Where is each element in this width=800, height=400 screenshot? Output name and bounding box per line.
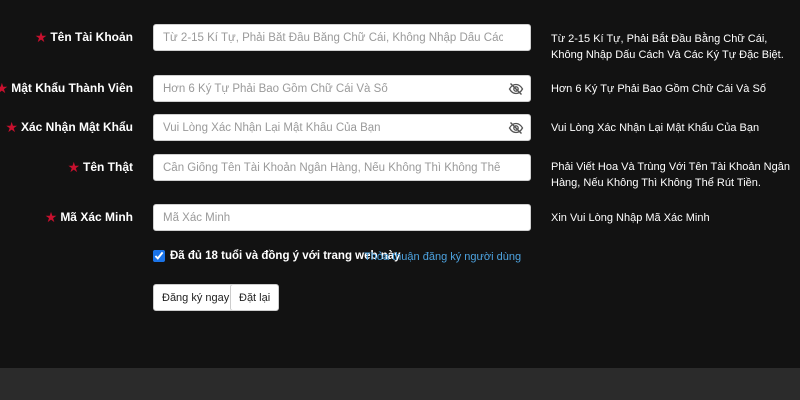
required-star-icon: ★ bbox=[0, 80, 9, 96]
reset-button[interactable]: Đặt lại bbox=[230, 284, 280, 311]
password-label: ★ Mật Khẩu Thành Viên bbox=[0, 81, 133, 95]
confirm-password-hint: Vui Lòng Xác Nhận Lại Mật Khẩu Của Bạn bbox=[551, 122, 760, 134]
username-label: ★ Tên Tài Khoản bbox=[35, 30, 133, 44]
verification-code-hint: Xin Vui Lòng Nhập Mã Xác Minh bbox=[551, 212, 710, 224]
password-hint: Hơn 6 Ký Tự Phải Bao Gồm Chữ Cái Và Số bbox=[551, 83, 766, 95]
verification-code-label-text: Mã Xác Minh bbox=[60, 210, 133, 224]
required-star-icon: ★ bbox=[34, 29, 48, 45]
username-label-text: Tên Tài Khoản bbox=[50, 30, 133, 44]
required-star-icon: ★ bbox=[67, 159, 80, 175]
password-field[interactable] bbox=[153, 75, 531, 102]
required-star-icon: ★ bbox=[5, 119, 18, 135]
username-hint: Từ 2-15 Kí Tự, Phải Bắt Đầu Bằng Chữ Cái… bbox=[551, 33, 784, 61]
age-agreement-checkbox[interactable] bbox=[153, 250, 165, 262]
confirm-password-label-text: Xác Nhận Mật Khẩu bbox=[20, 120, 133, 134]
real-name-label: ★ Tên Thật bbox=[67, 160, 133, 174]
username-input[interactable] bbox=[154, 25, 503, 50]
confirm-password-input[interactable] bbox=[154, 115, 503, 140]
username-field[interactable] bbox=[153, 24, 531, 51]
eye-slash-icon[interactable] bbox=[508, 120, 524, 136]
register-button[interactable]: Đăng ký ngay bbox=[153, 284, 239, 311]
confirm-password-label: ★ Xác Nhận Mật Khẩu bbox=[5, 120, 133, 134]
verification-code-label: ★ Mã Xác Minh bbox=[45, 210, 133, 224]
real-name-hint: Phải Viết Hoa Và Trùng Với Tên Tài Khoản… bbox=[551, 161, 790, 189]
terms-link[interactable]: Thỏa thuận đăng ký người dùng bbox=[364, 251, 521, 263]
footer-bar bbox=[0, 368, 800, 400]
real-name-field[interactable] bbox=[153, 154, 531, 181]
required-star-icon: ★ bbox=[44, 209, 58, 225]
password-input[interactable] bbox=[154, 76, 503, 101]
confirm-password-field[interactable] bbox=[153, 114, 531, 141]
real-name-input[interactable] bbox=[154, 155, 503, 180]
real-name-label-text: Tên Thật bbox=[83, 160, 133, 174]
password-label-text: Mật Khẩu Thành Viên bbox=[11, 81, 133, 95]
verification-code-input[interactable] bbox=[154, 205, 503, 230]
eye-slash-icon[interactable] bbox=[508, 81, 524, 97]
verification-code-field[interactable] bbox=[153, 204, 531, 231]
